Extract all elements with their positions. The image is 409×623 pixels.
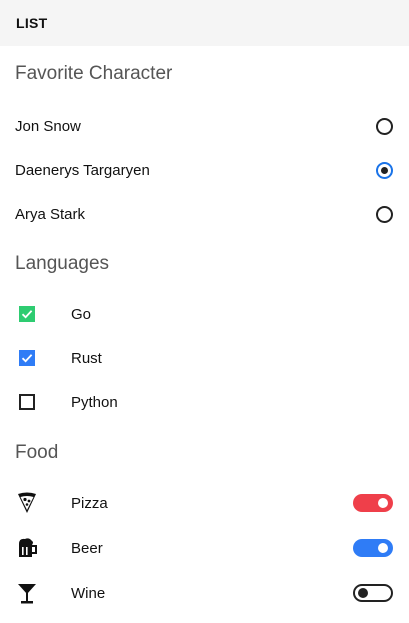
radio-button[interactable] [376, 117, 393, 135]
section-title-languages: Languages [15, 253, 110, 274]
checkbox-option-go[interactable]: Go [0, 292, 409, 336]
toggle-option-wine[interactable]: Wine [0, 571, 409, 615]
checkbox-unchecked[interactable] [19, 394, 35, 410]
radio-button[interactable] [376, 205, 393, 223]
toggle-knob [378, 498, 388, 508]
toggle-switch-on[interactable] [353, 494, 393, 512]
radio-option-arya-stark[interactable]: Arya Stark [0, 192, 409, 236]
section-title-favorite-character: Favorite Character [15, 63, 173, 84]
toggle-switch-on[interactable] [353, 539, 393, 557]
toggle-switch-off[interactable] [353, 584, 393, 602]
radio-button-selected[interactable] [376, 161, 393, 179]
app-header: LIST [0, 0, 409, 46]
toggle-option-beer[interactable]: Beer [0, 526, 409, 570]
pizza-icon [17, 492, 37, 514]
section-title-food: Food [15, 442, 59, 463]
checkbox-option-rust[interactable]: Rust [0, 336, 409, 380]
checkbox-option-python[interactable]: Python [0, 380, 409, 424]
checkbox-checked[interactable] [19, 306, 35, 322]
page-title: LIST [16, 15, 48, 31]
checkbox-option-label: Rust [71, 349, 102, 367]
radio-option-label: Jon Snow [15, 117, 81, 135]
toggle-knob [378, 543, 388, 553]
toggle-option-label: Wine [71, 584, 106, 602]
toggle-knob [358, 588, 368, 598]
radio-option-label: Daenerys Targaryen [15, 161, 150, 179]
checkbox-option-label: Python [71, 393, 118, 411]
radio-option-daenerys-targaryen[interactable]: Daenerys Targaryen [0, 148, 409, 192]
toggle-option-label: Pizza [71, 494, 108, 512]
radio-option-label: Arya Stark [15, 205, 86, 223]
radio-option-jon-snow[interactable]: Jon Snow [0, 104, 409, 148]
checkmark-icon [19, 306, 35, 322]
checkbox-checked[interactable] [19, 350, 35, 366]
checkmark-icon [19, 350, 35, 366]
checkbox-option-label: Go [71, 305, 92, 323]
wine-glass-icon [17, 583, 37, 605]
toggle-option-pizza[interactable]: Pizza [0, 481, 409, 525]
beer-icon [17, 537, 37, 559]
toggle-option-label: Beer [71, 539, 103, 557]
